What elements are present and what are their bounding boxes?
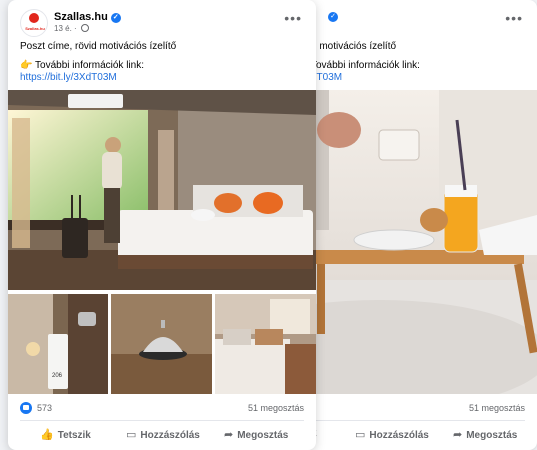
post-card: Szallas.hu Szallas.hu ✓ 13 é. · ••• Poszt… (8, 0, 316, 450)
page-name[interactable]: Szallas.hu ✓ (54, 11, 121, 23)
post-date[interactable]: 13 é. (54, 24, 72, 33)
post-info-text: 👉 További információk link: (20, 60, 144, 71)
verified-icon: ✓ (110, 13, 121, 23)
like-label: Tetszik (57, 430, 91, 441)
share-label: Megosztás (466, 430, 518, 441)
share-count[interactable]: 51 megosztás (469, 403, 525, 413)
comment-button[interactable]: ▭ Hozzászólás (355, 428, 429, 441)
more-options-icon[interactable]: ••• (505, 10, 523, 26)
like-count[interactable]: 573 (37, 403, 52, 413)
verified-icon: ✓ (328, 12, 338, 22)
like-reaction-icon[interactable] (20, 402, 32, 414)
post-title-text: Poszt címe, rövid motivációs ízelítő (20, 41, 177, 52)
share-arrow-icon: ➦ (224, 429, 234, 441)
post-meta: 13 é. · (54, 24, 89, 33)
post-stats: 573 51 megosztás (8, 398, 316, 418)
post-title-text: d motivációs ízelítő (311, 41, 397, 52)
avatar-logo-text: Szallas.hu (25, 26, 45, 31)
share-arrow-icon: ➦ (453, 429, 463, 441)
divider (20, 420, 304, 421)
page-avatar[interactable]: Szallas.hu (20, 9, 48, 37)
share-button[interactable]: ➦ Megosztás (453, 428, 517, 441)
comment-icon: ▭ (126, 429, 137, 441)
bedroom-photo[interactable] (215, 294, 316, 394)
post-header: Szallas.hu Szallas.hu ✓ 13 é. · ••• (8, 0, 316, 37)
reception-bell-photo[interactable] (111, 294, 212, 394)
share-label: Megosztás (237, 430, 289, 441)
post-info-text: További információk link: (311, 60, 420, 71)
comment-icon: ▭ (355, 429, 366, 441)
comment-button[interactable]: ▭ Hozzászólás (126, 428, 200, 441)
action-bar: 👍 Tetszik ▭ Hozzászólás ➦ Megosztás (8, 422, 316, 448)
page-name-text: Szallas.hu (54, 11, 108, 23)
share-button[interactable]: ➦ Megosztás (224, 428, 288, 441)
post-link[interactable]: https://bit.ly/3XdT03M (20, 72, 117, 83)
comment-label: Hozzászólás (369, 430, 429, 441)
heart-logo-icon (29, 13, 39, 23)
door-key-photo[interactable]: 206 (8, 294, 108, 394)
thumbs-up-icon: 👍 (40, 429, 54, 441)
share-count[interactable]: 51 megosztás (248, 403, 304, 413)
globe-icon (80, 24, 89, 32)
hotel-room-photo[interactable] (8, 90, 316, 290)
like-button[interactable]: 👍 Tetszik (40, 428, 91, 441)
svg-text:206: 206 (52, 373, 63, 379)
more-options-icon[interactable]: ••• (284, 10, 302, 26)
comment-label: Hozzászólás (140, 430, 200, 441)
